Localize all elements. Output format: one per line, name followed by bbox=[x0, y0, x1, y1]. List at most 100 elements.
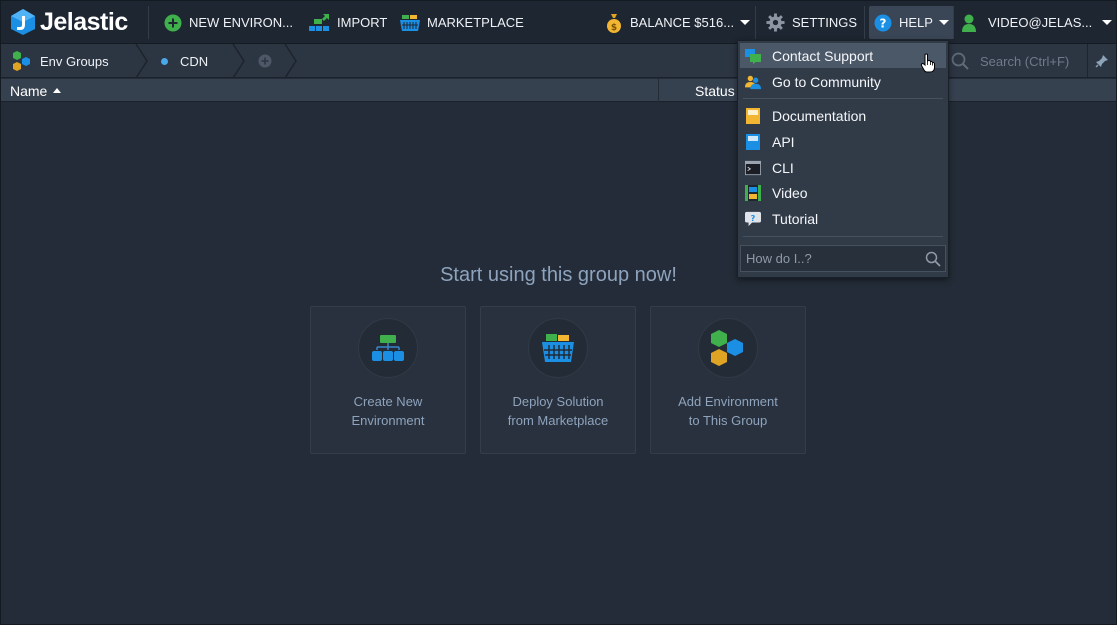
balance-label: BALANCE $516... bbox=[630, 15, 735, 30]
sort-ascending-icon bbox=[53, 88, 62, 93]
env-groups-icon bbox=[711, 330, 743, 366]
menu-item-label: CLI bbox=[772, 159, 794, 176]
community-icon bbox=[745, 74, 761, 90]
toolbar-divider bbox=[953, 6, 954, 39]
card-label: Deploy Solution from Marketplace bbox=[481, 392, 635, 430]
breadcrumb-current-group[interactable]: CDN bbox=[161, 44, 208, 78]
toolbar-divider bbox=[864, 6, 865, 39]
tutorial-icon: ? bbox=[745, 211, 761, 227]
menu-item-documentation[interactable]: Documentation bbox=[740, 103, 946, 128]
svg-text:$: $ bbox=[611, 23, 617, 33]
search-icon bbox=[951, 52, 969, 70]
add-circle-icon bbox=[258, 54, 272, 68]
jelastic-logo-icon bbox=[11, 9, 35, 35]
marketplace-button[interactable]: MARKETPLACE bbox=[400, 1, 524, 44]
card-icon-circle bbox=[528, 318, 588, 378]
breadcrumb-separator bbox=[284, 44, 297, 78]
how-do-i-search-input[interactable]: How do I..? bbox=[740, 245, 946, 272]
env-groups-icon bbox=[13, 51, 30, 71]
create-environment-card[interactable]: Create New Environment bbox=[310, 306, 466, 454]
add-subgroup-button[interactable] bbox=[258, 44, 272, 78]
help-button[interactable]: ? HELP bbox=[869, 6, 954, 39]
breadcrumb-separator bbox=[135, 44, 148, 78]
menu-item-label: Documentation bbox=[772, 107, 867, 124]
menu-item-video[interactable]: Video bbox=[740, 180, 946, 205]
balance-menu[interactable]: $ BALANCE $516... bbox=[605, 1, 751, 44]
menu-item-label: Tutorial bbox=[772, 210, 819, 227]
user-icon bbox=[962, 14, 976, 32]
pin-icon bbox=[1095, 55, 1108, 68]
help-label: HELP bbox=[899, 15, 933, 30]
gear-icon bbox=[766, 13, 785, 32]
column-header-status[interactable]: Status bbox=[695, 79, 735, 102]
search-icon[interactable] bbox=[925, 251, 941, 267]
basket-icon bbox=[400, 14, 420, 31]
card-label-line: Deploy Solution bbox=[512, 394, 604, 409]
api-icon bbox=[745, 133, 761, 150]
menu-item-cli[interactable]: CLI bbox=[740, 155, 946, 180]
help-dropdown-menu: Contact Support Go to Community Document… bbox=[737, 40, 949, 278]
settings-button[interactable]: SETTINGS bbox=[766, 1, 857, 44]
top-toolbar: Jelastic NEW ENVIRON... IMPORT MARKETPLA… bbox=[1, 1, 1116, 44]
contact-support-icon bbox=[745, 48, 761, 64]
chevron-down-icon bbox=[740, 20, 751, 25]
card-label-line: Add Environment bbox=[678, 394, 778, 409]
import-icon bbox=[309, 13, 329, 31]
import-button[interactable]: IMPORT bbox=[308, 1, 387, 44]
menu-item-label: Video bbox=[772, 184, 808, 201]
menu-item-label: Contact Support bbox=[772, 47, 874, 64]
question-circle-icon: ? bbox=[874, 14, 892, 31]
new-environment-button[interactable]: NEW ENVIRON... bbox=[164, 1, 293, 44]
menu-item-api[interactable]: API bbox=[740, 129, 946, 154]
documentation-icon bbox=[745, 107, 761, 124]
card-label-line: from Marketplace bbox=[507, 413, 609, 428]
env-groups-label: Env Groups bbox=[40, 53, 109, 69]
video-icon bbox=[745, 184, 761, 201]
column-header-name[interactable]: Name bbox=[10, 79, 62, 102]
card-label-line: to This Group bbox=[688, 413, 768, 428]
column-status-label: Status bbox=[695, 82, 735, 99]
group-dot-icon bbox=[161, 57, 168, 65]
how-do-i-placeholder: How do I..? bbox=[746, 251, 812, 266]
brand-name: Jelastic bbox=[40, 7, 128, 36]
column-name-label: Name bbox=[10, 82, 48, 99]
marketplace-label: MARKETPLACE bbox=[427, 15, 524, 30]
environment-topology-icon bbox=[372, 335, 404, 361]
menu-item-contact-support[interactable]: Contact Support bbox=[740, 43, 946, 68]
money-bag-icon: $ bbox=[607, 13, 621, 33]
add-environment-to-group-card[interactable]: Add Environment to This Group bbox=[650, 306, 806, 454]
menu-item-label: API bbox=[772, 133, 795, 150]
card-label: Create New Environment bbox=[311, 392, 465, 430]
breadcrumb-separator bbox=[232, 44, 245, 78]
pin-button[interactable] bbox=[1087, 44, 1116, 78]
plus-circle-icon bbox=[164, 14, 182, 31]
chevron-down-icon bbox=[938, 20, 949, 25]
search-input[interactable]: Search (Ctrl+F) bbox=[947, 44, 1085, 78]
menu-separator bbox=[743, 236, 943, 237]
current-group-label: CDN bbox=[180, 53, 209, 69]
chevron-down-icon bbox=[1102, 20, 1113, 25]
new-environment-label: NEW ENVIRON... bbox=[189, 15, 294, 30]
empty-state-title: Start using this group now! bbox=[440, 264, 677, 286]
deploy-marketplace-card[interactable]: Deploy Solution from Marketplace bbox=[480, 306, 636, 454]
user-label: VIDEO@JELAS... bbox=[988, 15, 1093, 30]
cli-icon bbox=[745, 160, 761, 176]
jelastic-logo[interactable]: Jelastic bbox=[9, 7, 128, 37]
svg-text:?: ? bbox=[751, 213, 756, 222]
column-divider[interactable] bbox=[658, 79, 659, 102]
hand-pointer-cursor-icon bbox=[920, 53, 935, 73]
card-label-line: Create New bbox=[353, 394, 423, 409]
card-icon-circle bbox=[358, 318, 418, 378]
menu-item-label: Go to Community bbox=[772, 73, 881, 90]
menu-separator bbox=[743, 98, 943, 99]
menu-item-tutorial[interactable]: ? Tutorial bbox=[740, 206, 946, 231]
menu-item-community[interactable]: Go to Community bbox=[740, 69, 946, 94]
card-icon-circle bbox=[698, 318, 758, 378]
user-menu[interactable]: VIDEO@JELAS... bbox=[961, 1, 1113, 44]
basket-icon bbox=[542, 334, 574, 362]
toolbar-divider bbox=[148, 6, 149, 39]
card-label-line: Environment bbox=[351, 413, 425, 428]
svg-text:?: ? bbox=[880, 16, 887, 30]
breadcrumb-env-groups[interactable]: Env Groups bbox=[11, 44, 109, 78]
import-label: IMPORT bbox=[337, 15, 388, 30]
